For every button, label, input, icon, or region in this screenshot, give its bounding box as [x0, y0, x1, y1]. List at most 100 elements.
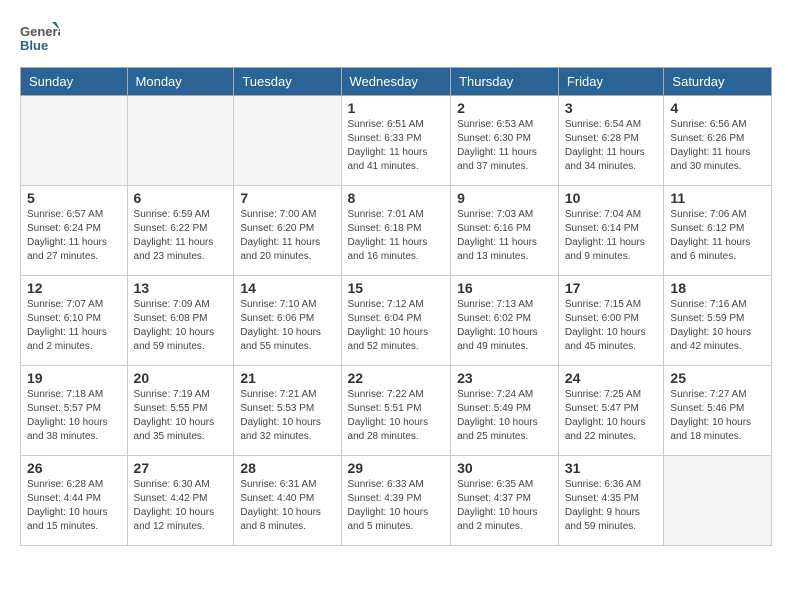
day-number: 24 — [565, 370, 658, 386]
calendar-cell — [21, 96, 128, 186]
svg-text:General: General — [20, 24, 60, 39]
calendar-cell: 15 Sunrise: 7:12 AM Sunset: 6:04 PM Dayli… — [341, 276, 451, 366]
calendar-cell: 8 Sunrise: 7:01 AM Sunset: 6:18 PM Daylig… — [341, 186, 451, 276]
day-info: Sunrise: 6:31 AM Sunset: 4:40 PM Dayligh… — [240, 478, 334, 534]
calendar-cell: 18Sunrise: 7:16 AM Sunset: 5:59 PM Dayli… — [664, 276, 772, 366]
day-info: Sunrise: 7:15 AM Sunset: 6:00 PM Dayligh… — [565, 298, 658, 354]
day-number: 10 — [565, 190, 658, 206]
calendar-cell: 9 Sunrise: 7:03 AM Sunset: 6:16 PM Daylig… — [451, 186, 559, 276]
calendar-cell: 10 Sunrise: 7:04 AM Sunset: 6:14 PM Dayli… — [558, 186, 664, 276]
day-info: Sunrise: 7:21 AM Sunset: 5:53 PM Dayligh… — [240, 388, 334, 444]
calendar-cell: 13 Sunrise: 7:09 AM Sunset: 6:08 PM Dayli… — [127, 276, 234, 366]
day-number: 7 — [240, 190, 334, 206]
day-info: Sunrise: 7:03 AM Sunset: 6:16 PM Dayligh… — [457, 208, 552, 264]
day-info: Sunrise: 6:56 AM Sunset: 6:26 PM Dayligh… — [670, 118, 765, 174]
calendar-cell: 1 Sunrise: 6:51 AM Sunset: 6:33 PM Daylig… — [341, 96, 451, 186]
day-info: Sunrise: 7:22 AM Sunset: 5:51 PM Dayligh… — [348, 388, 445, 444]
day-info: Sunrise: 7:04 AM Sunset: 6:14 PM Dayligh… — [565, 208, 658, 264]
day-number: 14 — [240, 280, 334, 296]
calendar-cell: 25 Sunrise: 7:27 AM Sunset: 5:46 PM Dayli… — [664, 366, 772, 456]
day-number: 15 — [348, 280, 445, 296]
svg-text:Blue: Blue — [20, 38, 48, 53]
day-info: Sunrise: 7:06 AM Sunset: 6:12 PM Dayligh… — [670, 208, 765, 264]
col-header-saturday: Saturday — [664, 68, 772, 96]
day-number: 9 — [457, 190, 552, 206]
day-info: Sunrise: 6:54 AM Sunset: 6:28 PM Dayligh… — [565, 118, 658, 174]
day-info: Sunrise: 7:12 AM Sunset: 6:04 PM Dayligh… — [348, 298, 445, 354]
calendar-cell: 4 Sunrise: 6:56 AM Sunset: 6:26 PM Daylig… — [664, 96, 772, 186]
day-number: 21 — [240, 370, 334, 386]
day-info: Sunrise: 6:51 AM Sunset: 6:33 PM Dayligh… — [348, 118, 445, 174]
calendar-cell: 28 Sunrise: 6:31 AM Sunset: 4:40 PM Dayli… — [234, 456, 341, 546]
day-number: 22 — [348, 370, 445, 386]
calendar-cell: 3 Sunrise: 6:54 AM Sunset: 6:28 PM Daylig… — [558, 96, 664, 186]
day-number: 8 — [348, 190, 445, 206]
day-info: Sunrise: 6:28 AM Sunset: 4:44 PM Dayligh… — [27, 478, 121, 534]
day-number: 29 — [348, 460, 445, 476]
calendar-cell: 21 Sunrise: 7:21 AM Sunset: 5:53 PM Dayli… — [234, 366, 341, 456]
calendar-cell: 23 Sunrise: 7:24 AM Sunset: 5:49 PM Dayli… — [451, 366, 559, 456]
calendar-cell: 24 Sunrise: 7:25 AM Sunset: 5:47 PM Dayli… — [558, 366, 664, 456]
calendar-cell: 17 Sunrise: 7:15 AM Sunset: 6:00 PM Dayli… — [558, 276, 664, 366]
calendar: SundayMondayTuesdayWednesdayThursdayFrid… — [20, 67, 772, 546]
col-header-wednesday: Wednesday — [341, 68, 451, 96]
day-number: 3 — [565, 100, 658, 116]
calendar-cell: 5 Sunrise: 6:57 AM Sunset: 6:24 PM Daylig… — [21, 186, 128, 276]
day-number: 31 — [565, 460, 658, 476]
calendar-cell: 14Sunrise: 7:10 AM Sunset: 6:06 PM Dayli… — [234, 276, 341, 366]
calendar-cell — [234, 96, 341, 186]
day-info: Sunrise: 7:01 AM Sunset: 6:18 PM Dayligh… — [348, 208, 445, 264]
calendar-cell: 11 Sunrise: 7:06 AM Sunset: 6:12 PM Dayli… — [664, 186, 772, 276]
day-number: 5 — [27, 190, 121, 206]
day-number: 23 — [457, 370, 552, 386]
logo-icon: General Blue — [20, 20, 60, 56]
day-info: Sunrise: 6:57 AM Sunset: 6:24 PM Dayligh… — [27, 208, 121, 264]
calendar-cell: 20 Sunrise: 7:19 AM Sunset: 5:55 PM Dayli… — [127, 366, 234, 456]
day-number: 26 — [27, 460, 121, 476]
day-info: Sunrise: 7:27 AM Sunset: 5:46 PM Dayligh… — [670, 388, 765, 444]
day-info: Sunrise: 6:30 AM Sunset: 4:42 PM Dayligh… — [134, 478, 228, 534]
day-info: Sunrise: 7:09 AM Sunset: 6:08 PM Dayligh… — [134, 298, 228, 354]
calendar-cell: 27 Sunrise: 6:30 AM Sunset: 4:42 PM Dayli… — [127, 456, 234, 546]
calendar-cell: 29 Sunrise: 6:33 AM Sunset: 4:39 PM Dayli… — [341, 456, 451, 546]
day-info: Sunrise: 6:59 AM Sunset: 6:22 PM Dayligh… — [134, 208, 228, 264]
calendar-cell: 30 Sunrise: 6:35 AM Sunset: 4:37 PM Dayli… — [451, 456, 559, 546]
day-number: 20 — [134, 370, 228, 386]
col-header-friday: Friday — [558, 68, 664, 96]
day-number: 30 — [457, 460, 552, 476]
day-info: Sunrise: 7:25 AM Sunset: 5:47 PM Dayligh… — [565, 388, 658, 444]
calendar-cell: 19 Sunrise: 7:18 AM Sunset: 5:57 PM Dayli… — [21, 366, 128, 456]
calendar-cell: 6 Sunrise: 6:59 AM Sunset: 6:22 PM Daylig… — [127, 186, 234, 276]
day-number: 13 — [134, 280, 228, 296]
col-header-thursday: Thursday — [451, 68, 559, 96]
logo: General Blue — [20, 20, 60, 61]
col-header-tuesday: Tuesday — [234, 68, 341, 96]
day-number: 1 — [348, 100, 445, 116]
calendar-cell: 22 Sunrise: 7:22 AM Sunset: 5:51 PM Dayli… — [341, 366, 451, 456]
day-number: 27 — [134, 460, 228, 476]
day-info: Sunrise: 7:24 AM Sunset: 5:49 PM Dayligh… — [457, 388, 552, 444]
day-info: Sunrise: 6:35 AM Sunset: 4:37 PM Dayligh… — [457, 478, 552, 534]
day-info: Sunrise: 7:13 AM Sunset: 6:02 PM Dayligh… — [457, 298, 552, 354]
day-number: 6 — [134, 190, 228, 206]
day-number: 11 — [670, 190, 765, 206]
day-number: 17 — [565, 280, 658, 296]
day-number: 25 — [670, 370, 765, 386]
day-number: 19 — [27, 370, 121, 386]
day-number: 4 — [670, 100, 765, 116]
day-info: Sunrise: 7:19 AM Sunset: 5:55 PM Dayligh… — [134, 388, 228, 444]
day-info: Sunrise: 7:07 AM Sunset: 6:10 PM Dayligh… — [27, 298, 121, 354]
day-number: 12 — [27, 280, 121, 296]
calendar-cell: 31 Sunrise: 6:36 AM Sunset: 4:35 PM Dayli… — [558, 456, 664, 546]
day-info: Sunrise: 7:00 AM Sunset: 6:20 PM Dayligh… — [240, 208, 334, 264]
col-header-sunday: Sunday — [21, 68, 128, 96]
day-info: Sunrise: 7:18 AM Sunset: 5:57 PM Dayligh… — [27, 388, 121, 444]
calendar-cell: 26 Sunrise: 6:28 AM Sunset: 4:44 PM Dayli… — [21, 456, 128, 546]
day-info: Sunrise: 6:33 AM Sunset: 4:39 PM Dayligh… — [348, 478, 445, 534]
day-info: Sunrise: 6:36 AM Sunset: 4:35 PM Dayligh… — [565, 478, 658, 534]
col-header-monday: Monday — [127, 68, 234, 96]
day-number: 2 — [457, 100, 552, 116]
day-number: 28 — [240, 460, 334, 476]
calendar-cell: 7 Sunrise: 7:00 AM Sunset: 6:20 PM Daylig… — [234, 186, 341, 276]
calendar-cell: 2Sunrise: 6:53 AM Sunset: 6:30 PM Daylig… — [451, 96, 559, 186]
